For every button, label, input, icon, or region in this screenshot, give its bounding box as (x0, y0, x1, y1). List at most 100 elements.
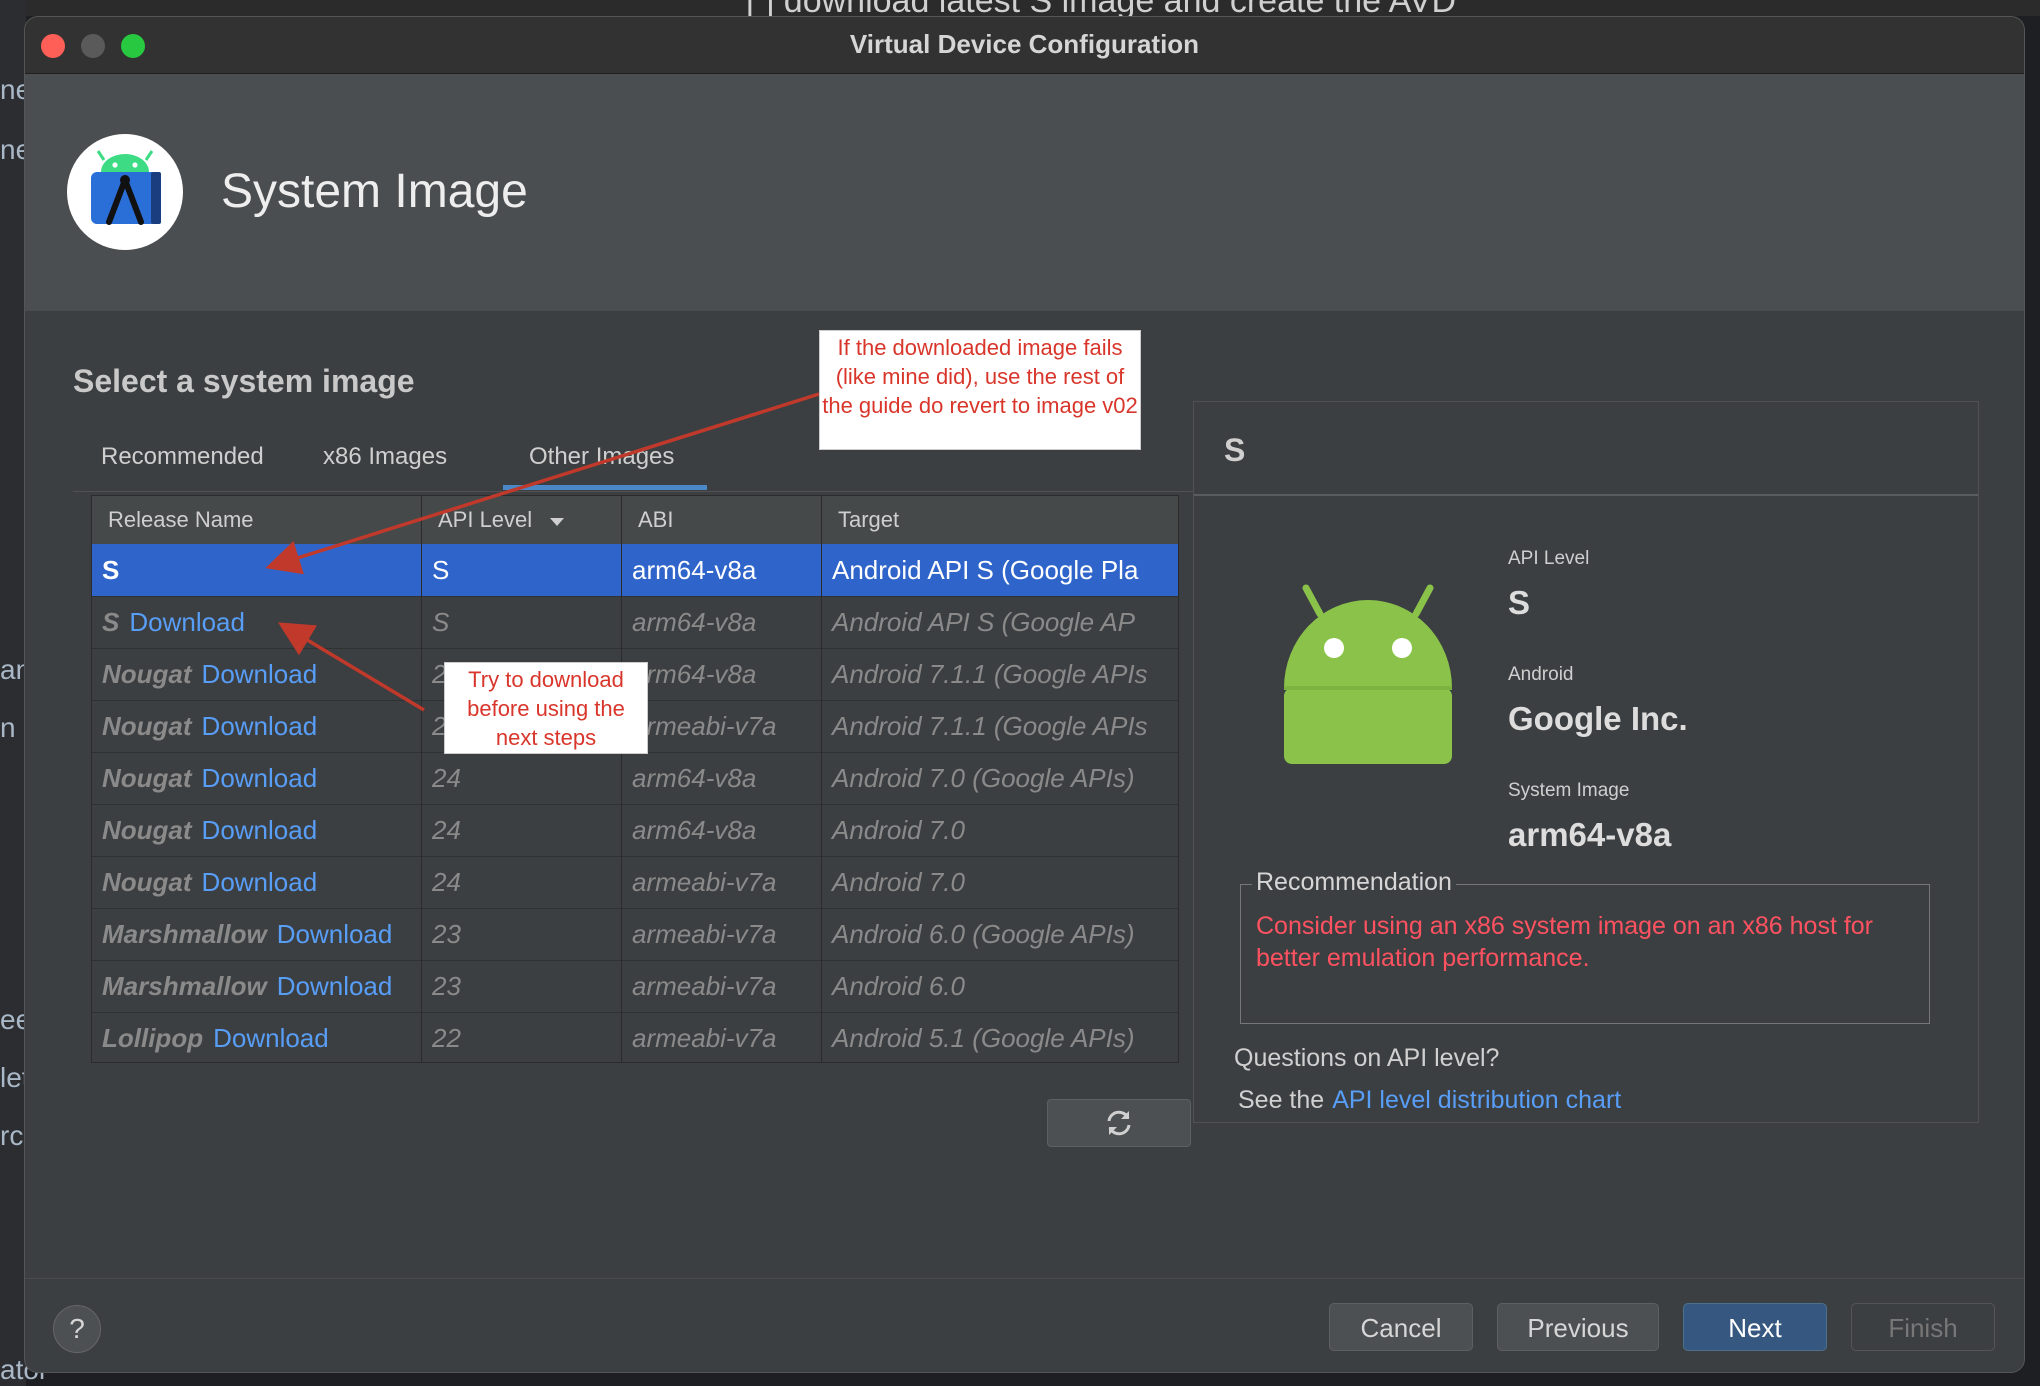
android-robot-icon (1284, 584, 1452, 764)
background-top-text: [ ] download latest S image and create t… (746, 0, 1456, 16)
background-top-bar: [ ] download latest S image and create t… (26, 0, 2040, 16)
release-name: Nougat (102, 659, 192, 689)
target-cell: Android 7.0 (832, 867, 965, 897)
background-editor-strip (0, 0, 26, 1386)
api-level-cell: 24 (422, 856, 622, 908)
system-image-label: System Image (1508, 780, 1630, 801)
table-row[interactable]: Lollipop Download 22 armeabi-v7a Android … (92, 1012, 1178, 1062)
image-details-panel: S API Level S Android Google Inc. System… (1193, 401, 1979, 1123)
help-button[interactable]: ? (53, 1305, 101, 1353)
abi-cell: armeabi-v7a (622, 1012, 822, 1062)
android-studio-logo-icon (67, 134, 183, 250)
sort-descending-icon (550, 518, 565, 526)
next-button[interactable]: Next (1683, 1303, 1827, 1351)
system-image-value: arm64-v8a (1508, 816, 1672, 853)
download-link[interactable]: Download (202, 763, 318, 793)
abi-cell: arm64-v8a (622, 804, 822, 856)
target-cell: Android API S (Google Pla (832, 555, 1139, 585)
api-question: Questions on API level? (1234, 1044, 1500, 1072)
column-target[interactable]: Target (822, 496, 1178, 544)
virtual-device-configuration-dialog: Virtual Device Configuration System Imag… (24, 16, 2025, 1373)
abi-cell: arm64-v8a (622, 648, 822, 700)
api-level-value: S (1508, 584, 1531, 621)
target-cell: Android 6.0 (Google APIs) (832, 919, 1135, 949)
release-name: S (102, 555, 120, 585)
target-cell: Android 6.0 (832, 971, 965, 1001)
android-value: Google Inc. (1508, 700, 1688, 737)
download-link[interactable]: Download (202, 711, 318, 741)
title-bar: Virtual Device Configuration (25, 17, 2024, 74)
api-level-cell: 22 (422, 1012, 622, 1062)
api-level-cell: 23 (422, 908, 622, 960)
api-level-cell: 23 (422, 960, 622, 1012)
see-prefix: See the (1238, 1086, 1325, 1114)
download-link[interactable]: Download (129, 607, 245, 637)
download-link[interactable]: Download (202, 867, 318, 897)
abi-cell: arm64-v8a (622, 752, 822, 804)
api-level-cell: S (422, 544, 622, 596)
footer-divider (25, 1278, 2024, 1279)
target-cell: Android 7.1.1 (Google APIs (832, 659, 1148, 689)
release-name: Nougat (102, 815, 192, 845)
table-row[interactable]: S S arm64-v8a Android API S (Google Pla (92, 544, 1178, 597)
background-fragment: rc (0, 1120, 24, 1151)
release-name: Nougat (102, 763, 192, 793)
system-image-table: Release Name API Level ABI Target S S ar… (91, 495, 1179, 1063)
details-header: S (1194, 402, 1978, 496)
details-title: S (1224, 432, 1246, 468)
abi-cell: armeabi-v7a (622, 700, 822, 752)
api-level-cell: 24 (422, 804, 622, 856)
page-title: System Image (221, 165, 528, 218)
release-name: S (102, 607, 120, 637)
annotation-note-2: Try to download before using the next st… (444, 662, 648, 754)
api-level-distribution-chart-link[interactable]: API level distribution chart (1332, 1086, 1621, 1114)
table-row[interactable]: Nougat Download 24 armeabi-v7a Android 7.… (92, 856, 1178, 909)
api-chart-line: See the API level distribution chart (1238, 1086, 1621, 1115)
recommendation-title: Recommendation (1252, 868, 1456, 897)
active-tab-indicator (503, 485, 707, 490)
api-level-cell: 24 (422, 752, 622, 804)
abi-cell: arm64-v8a (622, 596, 822, 648)
column-api-level[interactable]: API Level (422, 496, 622, 544)
download-link[interactable]: Download (277, 971, 393, 1001)
tab-x86-images[interactable]: x86 Images (323, 443, 447, 471)
api-level-cell: S (422, 596, 622, 648)
section-title: Select a system image (73, 363, 415, 399)
column-abi[interactable]: ABI (622, 496, 822, 544)
target-cell: Android API S (Google AP (832, 607, 1136, 637)
annotation-note-1: If the downloaded image fails (like mine… (819, 330, 1141, 450)
recommendation-text: Consider using an x86 system image on an… (1256, 912, 1874, 972)
abi-cell: armeabi-v7a (622, 960, 822, 1012)
download-link[interactable]: Download (277, 919, 393, 949)
refresh-icon (1107, 1110, 1131, 1136)
previous-button[interactable]: Previous (1497, 1303, 1659, 1351)
tab-recommended[interactable]: Recommended (101, 443, 264, 471)
abi-cell: armeabi-v7a (622, 856, 822, 908)
column-api-level-label: API Level (438, 507, 533, 532)
cancel-button[interactable]: Cancel (1329, 1303, 1473, 1351)
release-name: Nougat (102, 867, 192, 897)
target-cell: Android 7.1.1 (Google APIs (832, 711, 1148, 741)
android-label: Android (1508, 664, 1574, 685)
table-row[interactable]: Nougat Download 24 arm64-v8a Android 7.0 … (92, 752, 1178, 805)
download-link[interactable]: Download (213, 1023, 329, 1053)
wizard-header: System Image (25, 74, 2024, 311)
table-row[interactable]: Marshmallow Download 23 armeabi-v7a Andro… (92, 908, 1178, 961)
table-row[interactable]: Marshmallow Download 23 armeabi-v7a Andro… (92, 960, 1178, 1013)
release-name: Lollipop (102, 1023, 204, 1053)
release-name: Nougat (102, 711, 192, 741)
wizard-content: Select a system image Recommended x86 Im… (25, 311, 2024, 1312)
tab-other-images[interactable]: Other Images (529, 443, 674, 471)
download-link[interactable]: Download (202, 659, 318, 689)
refresh-button[interactable] (1047, 1099, 1191, 1147)
abi-cell: armeabi-v7a (622, 908, 822, 960)
abi-cell: arm64-v8a (622, 544, 822, 596)
target-cell: Android 7.0 (Google APIs) (832, 763, 1135, 793)
finish-button[interactable]: Finish (1851, 1303, 1995, 1351)
table-row[interactable]: Nougat Download 24 arm64-v8a Android 7.0 (92, 804, 1178, 857)
column-release-name[interactable]: Release Name (92, 496, 422, 544)
target-cell: Android 5.1 (Google APIs) (832, 1023, 1135, 1053)
table-header: Release Name API Level ABI Target (92, 496, 1178, 545)
download-link[interactable]: Download (202, 815, 318, 845)
table-row[interactable]: S Download S arm64-v8a Android API S (Goo… (92, 596, 1178, 649)
